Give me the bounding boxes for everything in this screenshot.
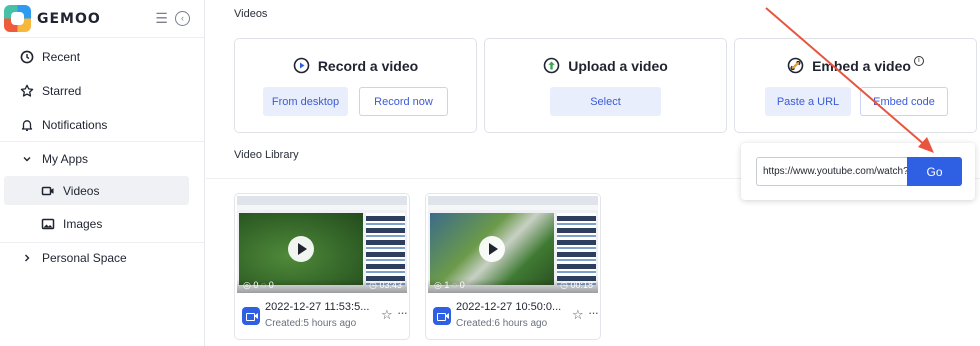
image-icon — [41, 217, 55, 231]
sidebar-item-label: Personal Space — [42, 250, 127, 265]
star-icon — [20, 84, 34, 98]
embed-url-popup: https://www.youtube.com/watch? Go — [741, 143, 975, 200]
card-title-text: Embed a video — [812, 57, 911, 74]
sidebar-item-notifications[interactable]: Notifications — [4, 110, 189, 139]
video-created: Created:5 hours ago — [265, 318, 357, 329]
video-frame — [430, 213, 554, 285]
url-input[interactable]: https://www.youtube.com/watch? — [756, 157, 908, 186]
sidebar-item-label: Videos — [63, 183, 100, 198]
view-stats: ◎ 0 ◌ 0 — [243, 280, 274, 290]
from-desktop-button[interactable]: From desktop — [263, 87, 348, 116]
play-icon[interactable] — [288, 236, 314, 262]
record-now-button[interactable]: Record now — [359, 87, 448, 116]
card-title: Record a video — [235, 57, 476, 74]
more-icon[interactable]: ··· — [397, 306, 408, 319]
video-thumbnail[interactable]: ◎ 0 ◌ 0 ◷ 03:43 — [237, 196, 407, 293]
chevron-down-icon — [20, 152, 34, 166]
menu-icon[interactable]: ☰ — [154, 11, 169, 26]
sidebar-item-personal-space[interactable]: Personal Space — [4, 243, 189, 272]
play-icon[interactable] — [479, 236, 505, 262]
sidebar-item-label: Starred — [42, 83, 82, 98]
go-button[interactable]: Go — [907, 157, 962, 186]
logo-text: GEMOO — [37, 11, 101, 27]
sidebar-item-images[interactable]: Images — [4, 209, 189, 238]
video-card[interactable]: ◎ 1 ◌ 0 ◷ 00:18 2022-12-27 10:50:0... Cr… — [425, 193, 601, 340]
duration-text: 00:18 — [570, 280, 593, 290]
clock-icon — [20, 50, 34, 64]
video-created: Created:6 hours ago — [456, 318, 548, 329]
comments-count: 0 — [268, 280, 274, 290]
sidebar-item-recent[interactable]: Recent — [4, 42, 189, 71]
url-bar — [428, 205, 598, 210]
embed-code-button[interactable]: Embed code — [860, 87, 948, 116]
views-count: 1 — [444, 280, 450, 290]
logo-row: GEMOO ☰ ‹ — [0, 0, 205, 38]
video-type-icon — [242, 307, 260, 325]
views-count: 0 — [253, 280, 259, 290]
video-thumbnail[interactable]: ◎ 1 ◌ 0 ◷ 00:18 — [428, 196, 598, 293]
library-title: Video Library — [234, 149, 299, 161]
chevron-right-icon — [20, 251, 34, 265]
browser-bar — [237, 196, 407, 205]
related-videos — [557, 213, 596, 285]
url-bar — [237, 205, 407, 210]
video-frame — [239, 213, 363, 285]
card-title: Upload a video — [485, 57, 726, 74]
gemoo-logo-icon[interactable] — [4, 5, 31, 32]
card-title-text: Record a video — [317, 57, 419, 74]
upload-video-card: Upload a video Select — [484, 38, 727, 133]
sidebar-item-videos[interactable]: Videos — [4, 176, 189, 205]
card-title-text: Upload a video — [568, 57, 668, 74]
video-icon — [41, 184, 55, 198]
duration: ◷ 00:18 — [560, 280, 593, 290]
view-stats: ◎ 1 ◌ 0 — [434, 280, 465, 290]
duration-text: 03:43 — [379, 280, 402, 290]
video-type-icon — [433, 307, 451, 325]
record-video-card: Record a video From desktop Record now — [234, 38, 477, 133]
duration: ◷ 03:43 — [369, 280, 402, 290]
section-title: Videos — [234, 8, 268, 20]
info-icon[interactable]: i — [913, 55, 924, 66]
browser-bar — [428, 196, 598, 205]
sidebar-item-my-apps[interactable]: My Apps — [4, 144, 189, 173]
more-icon[interactable]: ··· — [588, 306, 599, 319]
sidebar-item-label: Recent — [42, 49, 81, 64]
paste-url-button[interactable]: Paste a URL — [765, 87, 851, 116]
video-title[interactable]: 2022-12-27 10:50:0... — [456, 301, 561, 313]
select-button[interactable]: Select — [550, 87, 661, 116]
video-card[interactable]: ◎ 0 ◌ 0 ◷ 03:43 2022-12-27 11:53:5... Cr… — [234, 193, 410, 340]
collapse-icon[interactable]: ‹ — [175, 11, 190, 26]
link-icon — [787, 57, 804, 74]
sidebar: GEMOO ☰ ‹ Recent Starred Notifications M… — [0, 0, 205, 346]
record-icon — [293, 57, 310, 74]
sidebar-item-label: Images — [63, 216, 103, 231]
star-icon[interactable]: ☆ — [572, 308, 584, 321]
sidebar-item-label: Notifications — [42, 117, 108, 132]
star-icon[interactable]: ☆ — [381, 308, 393, 321]
card-title: Embed a video i — [735, 55, 976, 74]
comments-count: 0 — [459, 280, 465, 290]
sidebar-item-label: My Apps — [42, 151, 89, 166]
embed-video-card: Embed a video i Paste a URL Embed code — [734, 38, 977, 133]
bell-icon — [20, 118, 34, 132]
related-videos — [366, 213, 405, 285]
divider — [0, 141, 205, 142]
upload-icon — [543, 57, 560, 74]
sidebar-item-starred[interactable]: Starred — [4, 76, 189, 105]
video-title[interactable]: 2022-12-27 11:53:5... — [265, 301, 370, 313]
